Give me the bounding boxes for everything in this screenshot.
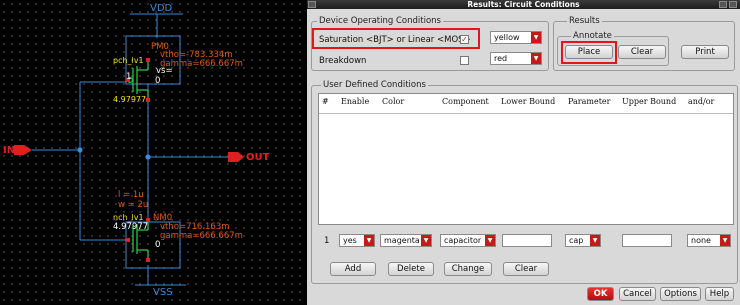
col-header-enable: Enable [341,97,370,106]
enable-value: yes [343,236,357,245]
close-icon[interactable] [729,1,737,8]
user-conditions-title: User Defined Conditions [321,80,428,90]
breakdown-color-select[interactable]: red ▼ [490,52,542,65]
add-button[interactable]: Add [330,262,376,276]
cancel-button[interactable]: Cancel [619,287,656,301]
pmos-model: pch_lv1 [113,56,144,65]
nmos-source-mark: 0 [155,240,161,250]
chevron-down-icon: ▼ [590,235,600,246]
chevron-down-icon: ▼ [364,235,374,246]
chevron-down-icon: ▼ [531,53,541,64]
chevron-down-icon: ▼ [421,235,431,246]
vss-label: VSS [153,287,173,298]
saturation-checkbox[interactable]: ✓ [460,35,469,44]
lower-bound-input[interactable] [502,234,552,247]
conditions-table[interactable]: # Enable Color Component Lower Bound Par… [318,93,734,225]
device-conditions-title: Device Operating Conditions [317,16,443,26]
options-button[interactable]: Options [660,287,701,301]
component-value: capacitor [444,236,482,245]
component-select[interactable]: capacitor ▼ [440,234,496,247]
chevron-down-icon: ▼ [720,235,730,246]
help-button[interactable]: Help [705,287,734,301]
pmos-vs: vs= [156,66,173,76]
color-value: magenta [384,236,420,245]
upper-bound-input[interactable] [622,234,672,247]
col-header-upper-bound: Upper Bound [622,97,677,106]
col-header-and-or: and/or [688,97,715,106]
table-header-divider [319,113,733,114]
change-button[interactable]: Change [444,262,492,276]
breakdown-color-value: red [494,54,508,63]
vdd-label: VDD [150,3,173,14]
nmos-gamma: gamma=666.667m [160,231,243,241]
enable-select[interactable]: yes ▼ [339,234,375,247]
ok-button[interactable]: OK [587,287,614,301]
col-header-lower-bound: Lower Bound [501,97,556,106]
nmos-width: 4.97977 [113,222,149,232]
nmos-model: nch_lv1 [113,213,144,222]
delete-button[interactable]: Delete [388,262,434,276]
annotate-clear-button[interactable]: Clear [618,45,666,59]
window-menu-icon[interactable] [308,1,316,8]
minimize-icon[interactable] [719,1,727,8]
color-select[interactable]: magenta ▼ [380,234,432,247]
in-pin-label: IN [3,145,16,156]
schematic-canvas[interactable]: VDD VSS IN OUT PM0 pch_lv1 vtho=-783.334… [0,0,307,305]
parameter-select[interactable]: cap ▼ [565,234,601,247]
annotate-title: Annotate [571,31,614,41]
place-button[interactable]: Place [565,45,613,59]
parameter-value: cap [569,236,584,245]
col-header-index: # [322,97,329,106]
chevron-down-icon: ▼ [531,32,541,43]
saturation-label: Saturation <BJT> or Linear <MOS> [319,35,471,45]
chevron-down-icon: ▼ [485,235,495,246]
saturation-color-select[interactable]: yellow ▼ [490,31,542,44]
row-index: 1 [324,236,330,246]
pmos-width: 4.97977 [113,95,147,104]
pmos-source-mark: 0 [155,76,161,86]
and-or-select[interactable]: none ▼ [687,234,731,247]
col-header-parameter: Parameter [568,97,611,106]
nmos-width-param: w = 2u [118,200,149,210]
nmos-length: l = 1u [118,190,144,200]
and-or-value: none [691,236,711,245]
col-header-component: Component [442,97,489,106]
breakdown-checkbox[interactable] [460,56,469,65]
out-pin-label: OUT [246,152,270,163]
dialog-title[interactable]: Results: Circuit Conditions [307,0,740,9]
clear-button[interactable]: Clear [503,262,549,276]
results-title: Results [567,16,602,26]
saturation-color-value: yellow [494,33,520,42]
col-header-color: Color [382,97,405,106]
print-button[interactable]: Print [681,45,729,59]
pmos-multiplier: 1 [126,72,132,82]
breakdown-label: Breakdown [319,56,367,66]
